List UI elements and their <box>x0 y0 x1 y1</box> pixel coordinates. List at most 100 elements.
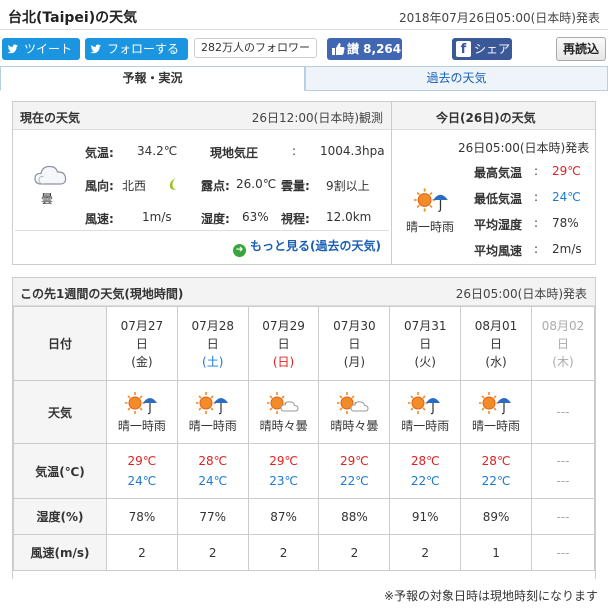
today-issued: 26日05:00(日本時)発表 <box>458 141 590 155</box>
sun-umbrella-icon <box>124 390 158 415</box>
max-temp: 28℃ <box>198 454 228 468</box>
temperature-cell: 29℃ 22℃ <box>318 443 391 499</box>
min-temp: --- <box>556 474 570 488</box>
wind-cell: 2 <box>318 534 391 571</box>
row-header: 湿度(%) <box>13 498 107 535</box>
date-day-suffix: 日 <box>348 336 361 351</box>
weather-label: --- <box>556 405 570 419</box>
weather-cell: 晴一時雨 <box>389 380 462 444</box>
weekly-forecast-panel: この先1週間の天気(現地時間) 26日05:00(日本時)発表 日付 07月27 日… <box>12 277 596 579</box>
facebook-icon: f <box>456 41 471 57</box>
weather-label: 晴一時雨 <box>472 418 521 433</box>
follower-count: 282万人のフォロワー <box>194 38 317 58</box>
date-text: 07月28 <box>191 318 235 333</box>
date-row: 日付 07月27 日 (金) 07月28 日 (土) 07月29 日 (日) 07月30 日 (月) 07… <box>13 306 596 381</box>
max-temp-value: 29℃ <box>552 164 581 178</box>
date-text: 07月31 <box>403 318 447 333</box>
min-temp-value: 24℃ <box>552 190 581 204</box>
sun-umbrella-icon <box>414 187 449 213</box>
pressure-value: 1004.3hpa <box>320 144 385 158</box>
weekly-issued: 26日05:00(日本時)発表 <box>455 287 587 301</box>
pressure-colon: : <box>292 144 297 158</box>
row-header: 風速(m/s) <box>13 534 107 571</box>
weekly-forecast-title: この先1週間の天気(現地時間) <box>20 287 184 301</box>
temperature-cell: --- --- <box>530 443 596 499</box>
humidity-cell: 77% <box>176 498 249 535</box>
wind-cell: 1 <box>460 534 532 571</box>
date-text: 07月30 <box>333 318 376 333</box>
today-weather-title: 今日(26日)の天気 <box>436 111 536 125</box>
date-day-suffix: 日 <box>419 336 432 351</box>
min-temp: 23℃ <box>269 474 298 488</box>
weather-label: 晴一時雨 <box>401 418 450 433</box>
max-temp: 29℃ <box>127 454 157 468</box>
weather-cell: 晴時々曇 <box>247 380 320 444</box>
day-of-week: (火) <box>414 354 436 369</box>
row-header: 天気 <box>13 380 107 444</box>
tweet-button[interactable]: ツイート <box>2 38 80 60</box>
sun-umbrella-icon <box>407 390 441 415</box>
current-weather-header: 現在の天気 26日12:00(日本時)観測 <box>13 102 391 130</box>
max-temp: 28℃ <box>481 454 511 468</box>
like-button[interactable]: 讃 8,264 <box>327 38 402 60</box>
weekly-forecast-table: 日付 07月27 日 (金) 07月28 日 (土) 07月29 日 (日) 07月30 日 (月) 07… <box>13 306 596 571</box>
min-temp-label: 最低気温 <box>474 192 523 206</box>
wind-dir-value: 北西 <box>122 179 147 193</box>
twitter-bird-icon <box>90 44 101 54</box>
visibility-label: 視程: <box>281 212 310 226</box>
row-header: 日付 <box>13 306 107 381</box>
share-button[interactable]: f シェア <box>452 38 512 60</box>
cloud-label: 雲量: <box>281 179 310 193</box>
colon: : <box>534 190 539 204</box>
tweet-label: ツイート <box>24 42 73 56</box>
day-of-week: (木) <box>552 354 574 369</box>
tab-bar: 予報・実況 過去の天気 <box>0 66 608 91</box>
dew-label: 露点: <box>201 179 230 193</box>
cloudy-icon <box>34 165 67 185</box>
follow-button[interactable]: フォローする <box>85 38 188 60</box>
date-cell: 08月01 日 (水) <box>460 306 532 381</box>
temperature-cell: 28℃ 22℃ <box>460 443 532 499</box>
wind-row: 風速(m/s) 2 2 2 2 2 1 --- <box>13 534 596 571</box>
avg-humidity-label: 平均湿度 <box>474 218 523 232</box>
temp-label: 気温: <box>85 146 114 160</box>
humidity-cell: --- <box>530 498 596 535</box>
date-cell: 07月31 日 (火) <box>389 306 462 381</box>
temp-value: 34.2℃ <box>137 144 178 158</box>
follow-label: フォローする <box>107 42 180 56</box>
more-past-weather-link[interactable]: ➜ もっと見る(過去の天気) <box>233 237 381 257</box>
date-text: 07月27 <box>120 318 164 333</box>
temperature-cell: 28℃ 24℃ <box>176 443 249 499</box>
wind-cell: 2 <box>106 534 178 571</box>
date-day-suffix: 日 <box>135 336 148 351</box>
divider <box>15 230 389 231</box>
max-temp: 29℃ <box>340 454 369 468</box>
observed-time: 26日12:00(日本時)観測 <box>251 111 383 125</box>
humidity-cell: 78% <box>106 498 178 535</box>
min-temp: 22℃ <box>410 474 440 488</box>
date-text: 07月29 <box>262 318 305 333</box>
current-weather-title: 現在の天気 <box>20 111 81 125</box>
current-weather-panel: 現在の天気 26日12:00(日本時)観測 曇 気温: 34.2℃ 現地気圧 :… <box>12 101 392 265</box>
wind-speed-label: 風速: <box>85 212 114 226</box>
temperature-cell: 29℃ 24℃ <box>106 443 178 499</box>
reload-button[interactable]: 再読込 <box>556 37 606 61</box>
date-text: 08月01 <box>474 318 518 333</box>
sun-umbrella-icon <box>478 390 512 415</box>
weather-label: 晴時々曇 <box>330 418 379 433</box>
weather-cell: 晴時々曇 <box>318 380 391 444</box>
visibility-value: 12.0km <box>326 210 372 224</box>
temperature-cell: 28℃ 22℃ <box>389 443 462 499</box>
weather-label: 晴一時雨 <box>117 418 166 433</box>
twitter-bird-icon <box>7 44 18 54</box>
tab-past-weather[interactable]: 過去の天気 <box>305 66 608 91</box>
wind-direction-icon <box>169 178 176 190</box>
weather-label: 晴一時雨 <box>188 418 237 433</box>
tab-forecast[interactable]: 予報・実況 <box>0 66 305 91</box>
humidity-label: 湿度: <box>201 212 230 226</box>
row-header: 気温(℃) <box>13 443 107 499</box>
more-link-label: もっと見る(過去の天気) <box>250 239 381 253</box>
date-cell: 07月28 日 (土) <box>176 306 249 381</box>
humidity-value: 63% <box>242 210 269 224</box>
share-label: シェア <box>474 42 511 56</box>
